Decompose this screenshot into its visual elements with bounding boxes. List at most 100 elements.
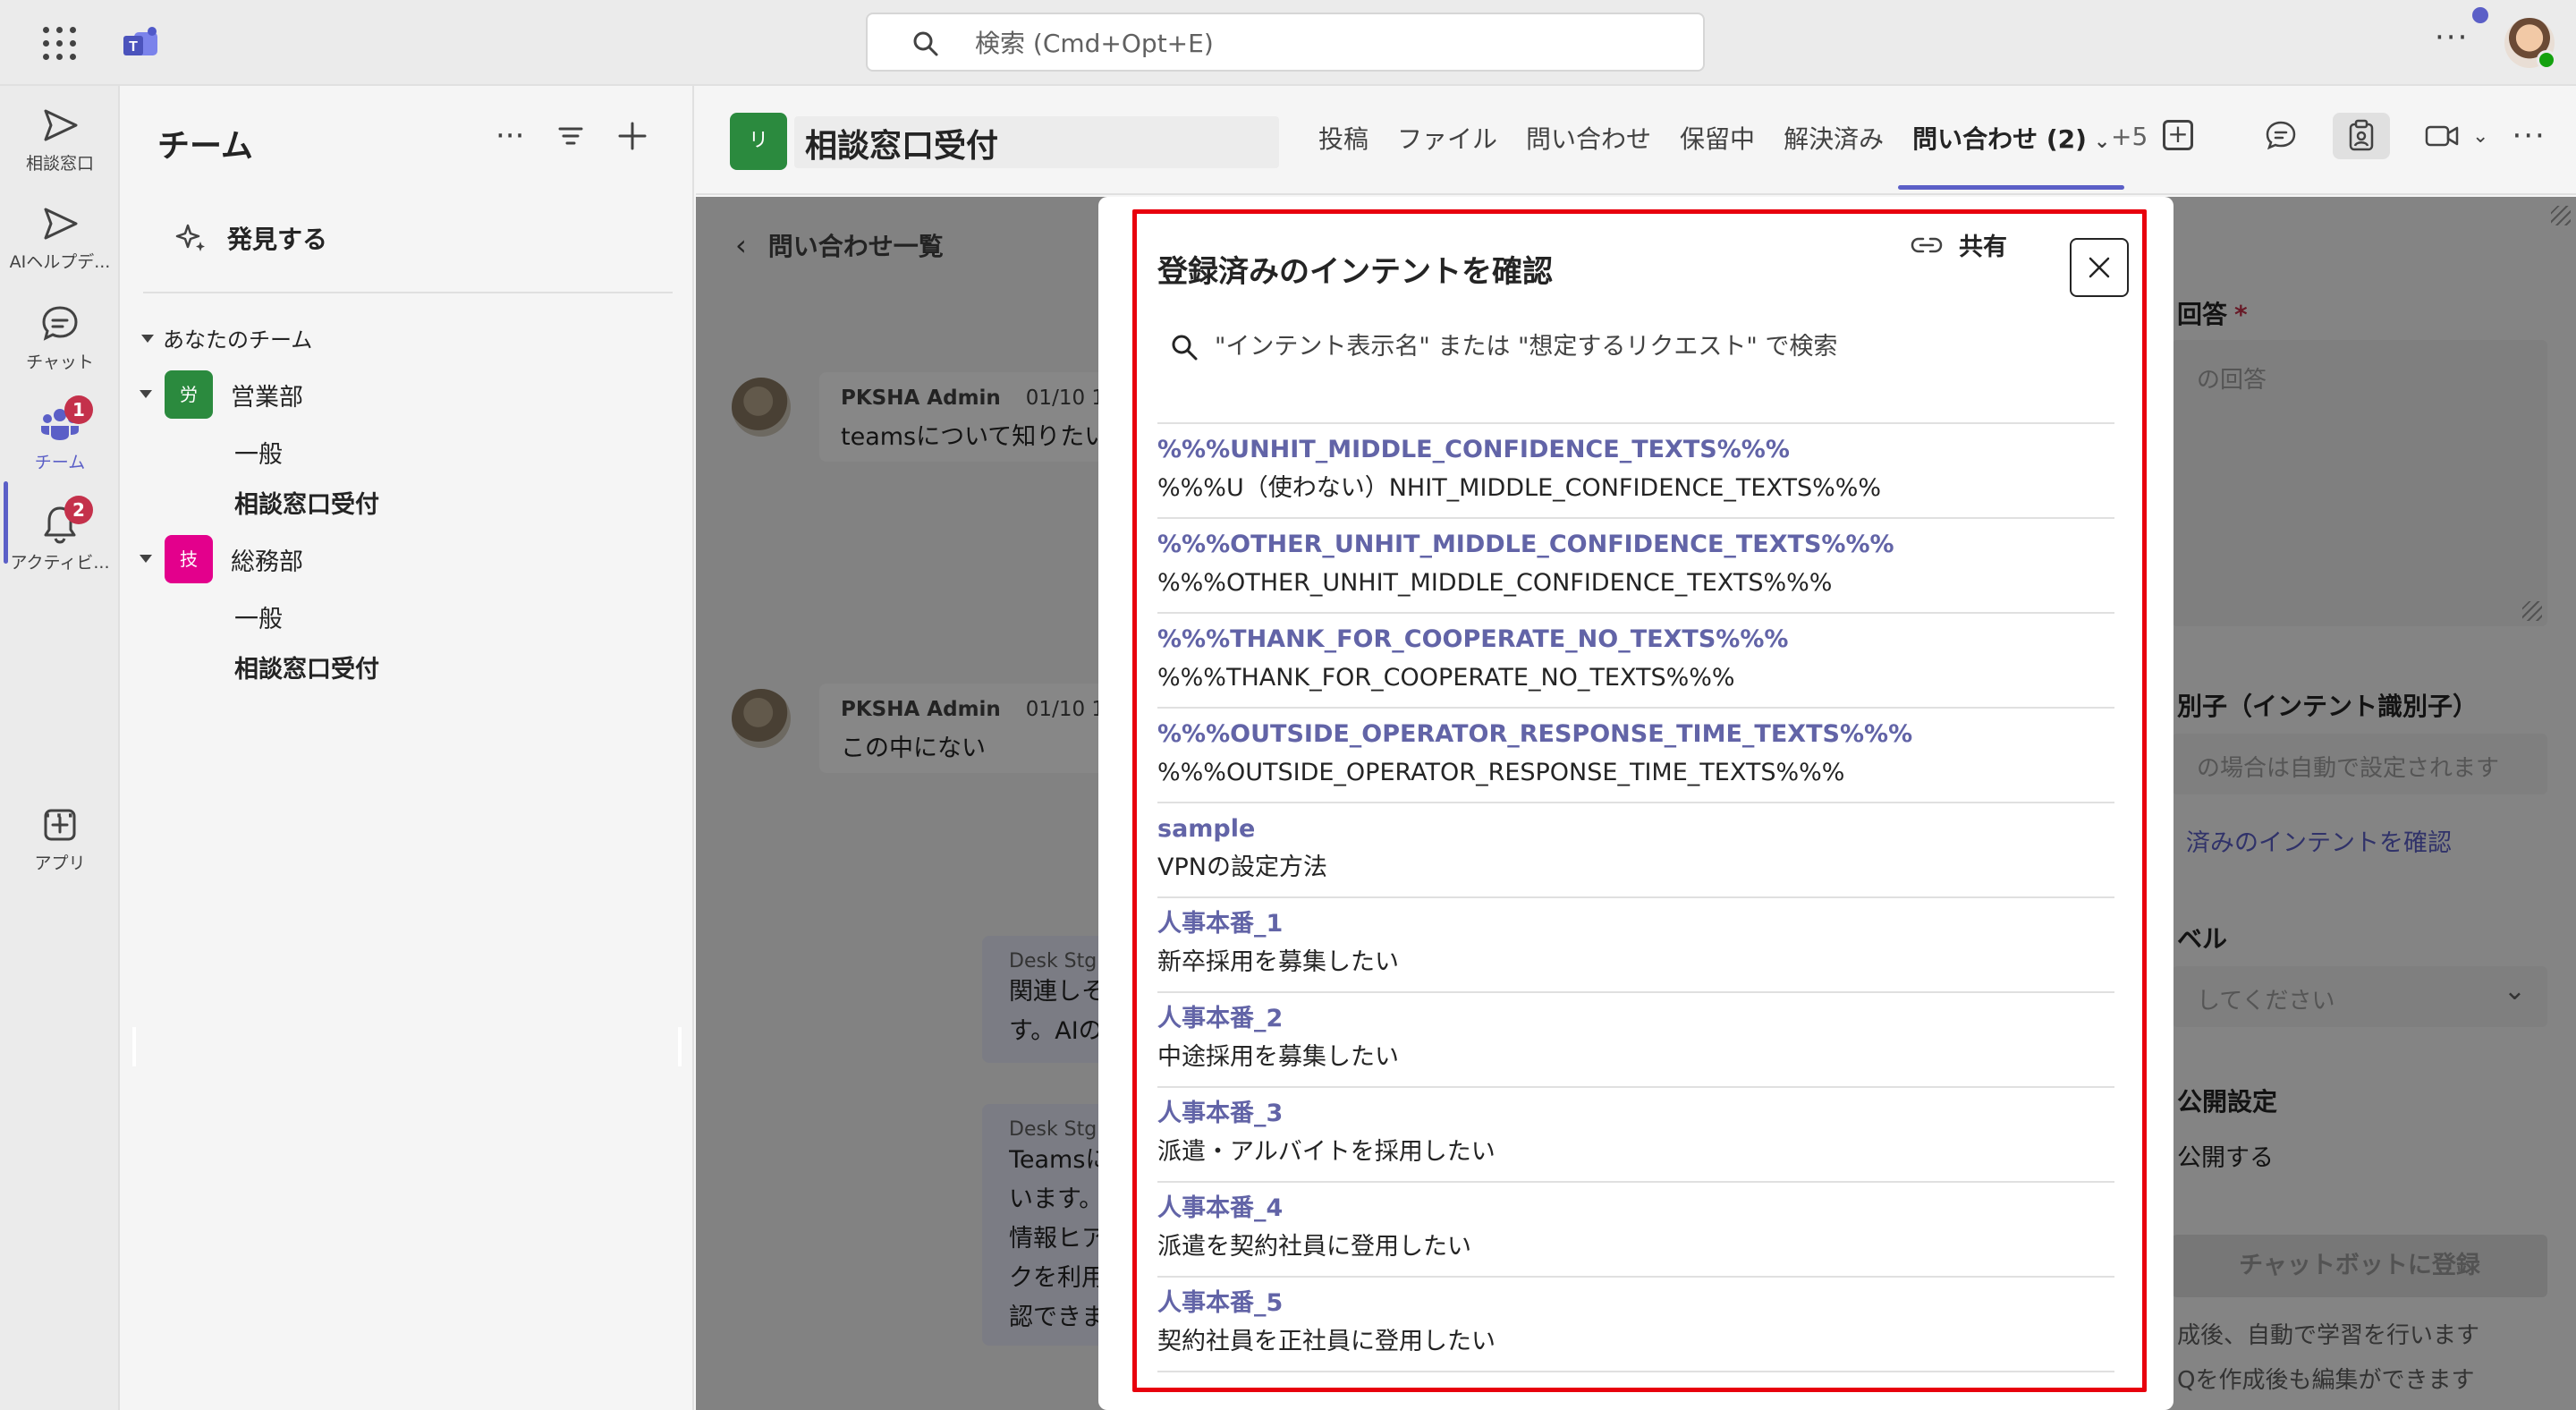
dialog-title: 登録済みのインテントを確認 [1157,254,1553,290]
channel-general[interactable]: 一般 [234,435,283,470]
intent-request: 新卒採用を募集したい [1157,948,1399,976]
more-options-icon[interactable]: ··· [2435,20,2469,55]
scroll-handle[interactable] [678,1027,682,1066]
channel-consultation[interactable]: 相談窓口受付 [234,485,379,520]
list-item[interactable]: 人事本番_5 契約社員を正社員に登用したい [1157,1276,2114,1371]
unread-badge: 1 [64,395,93,424]
intent-request: %%%OUTSIDE_OPERATOR_RESPONSE_TIME_TEXTS%… [1157,759,1845,786]
share-button[interactable]: 共有 [1911,227,2007,262]
chevron-down-icon[interactable] [140,555,152,563]
list-item[interactable]: %%%UNHIT_MIDDLE_CONFIDENCE_TEXTS%%% %%%U… [1157,422,2114,517]
video-camera-icon [2425,125,2459,147]
intent-list: %%%UNHIT_MIDDLE_CONFIDENCE_TEXTS%%% %%%U… [1157,422,2114,1372]
intent-search-input[interactable] [1215,326,2055,367]
channel-general[interactable]: 一般 [234,599,283,634]
teams-logo-icon: T [123,27,157,55]
rail-item-label: 相談窓口 [25,154,94,174]
rail-item-label: チャット [26,352,94,372]
global-search[interactable] [866,13,1705,72]
list-item[interactable]: 人事本番_1 新卒採用を募集したい [1157,896,2114,991]
discover-label: 発見する [227,225,328,254]
scroll-handle[interactable] [132,1027,136,1066]
more-options-icon[interactable]: ··· [2512,118,2546,154]
intent-name: 人事本番_5 [1157,1289,1284,1317]
list-item[interactable]: 人事本番_3 派遣・アルバイトを採用したい [1157,1086,2114,1181]
title-bar: T ··· [0,0,2576,86]
presence-available-icon [2537,50,2556,70]
search-icon [1172,335,1198,361]
rail-item-consult[interactable]: 相談窓口 [0,104,120,174]
rail-item-chat[interactable]: チャット [0,302,120,373]
channel-tabs: 投稿 ファイル 問い合わせ 保留中 解決済み 問い合わせ (2) ⌄ [1304,122,2125,190]
intent-request: 中途採用を募集したい [1157,1043,1399,1071]
tab-pending[interactable]: 保留中 [1665,122,1769,190]
add-tab-icon[interactable]: + [2163,120,2193,150]
add-icon[interactable] [617,121,648,151]
info-pane-button[interactable] [2333,113,2390,159]
channel-consultation[interactable]: 相談窓口受付 [234,650,379,684]
list-item[interactable]: 人事本番_2 中途採用を募集したい [1157,991,2114,1086]
user-avatar[interactable] [2504,18,2556,70]
clipboard-icon [2349,119,2374,151]
rail-item-apps[interactable]: アプリ [0,803,120,874]
registered-intents-dialog: 登録済みのインテントを確認 共有 %%%UNHIT_MIDDLE_CONFIDE… [1098,197,2174,1410]
team-general-affairs[interactable]: 総務部 [231,542,303,577]
chevron-down-icon[interactable] [140,390,152,398]
list-item[interactable]: %%%OTHER_UNHIT_MIDDLE_CONFIDENCE_TEXTS%%… [1157,517,2114,612]
team-sales[interactable]: 営業部 [231,378,303,412]
list-item[interactable]: sample VPNの設定方法 [1157,802,2114,896]
intent-name: 人事本番_3 [1157,1100,1284,1127]
tab-inquiries-2[interactable]: 問い合わせ (2) ⌄ [1898,122,2125,190]
intent-request: VPNの設定方法 [1157,854,1327,881]
channel-header: リ 相談窓口受付 投稿 ファイル 問い合わせ 保留中 解決済み 問い合わせ (2… [696,86,2576,195]
unread-badge: 2 [64,496,93,524]
filter-icon[interactable] [556,122,585,150]
conversation-button[interactable] [2252,113,2309,159]
app-launcher-icon[interactable] [43,27,77,61]
chevron-down-icon: ⌄ [2093,131,2111,153]
divider [143,292,673,293]
rail-item-label: チーム [34,453,86,472]
list-item[interactable]: 人事本番_4 派遣を契約社員に登用したい [1157,1181,2114,1276]
send-icon [44,208,78,240]
divider [1157,1371,2114,1372]
intent-request: 契約社員を正社員に登用したい [1157,1328,1496,1355]
close-button[interactable] [2070,238,2129,297]
meet-button[interactable] [2413,113,2470,159]
intent-search[interactable] [1170,320,2064,374]
teams-panel: チーム ··· 発見する あなたのチーム 労 営業部 一般 相談窓口受付 技 総… [122,86,694,1410]
intent-request: 派遣を契約社員に登用したい [1157,1233,1471,1261]
intent-name: %%%OTHER_UNHIT_MIDDLE_CONFIDENCE_TEXTS%%… [1157,531,1894,558]
rail-item-ai-helpdesk[interactable]: AIヘルプデ... [0,202,120,273]
chevron-down-icon[interactable]: ⌄ [2472,125,2488,148]
section-your-teams[interactable]: あなたのチーム [163,322,312,353]
rail-item-label: アクティビ... [10,553,110,573]
send-icon [44,109,78,141]
discover-teams[interactable]: 発見する [175,220,327,256]
intent-name: 人事本番_4 [1157,1194,1284,1222]
sparkle-icon [175,224,205,251]
list-item[interactable]: %%%THANK_FOR_COOPERATE_NO_TEXTS%%% %%%TH… [1157,612,2114,707]
intent-name: %%%THANK_FOR_COOPERATE_NO_TEXTS%%% [1157,625,1789,653]
more-tabs-button[interactable]: +5 [2111,122,2148,151]
intent-request: %%%THANK_FOR_COOPERATE_NO_TEXTS%%% [1157,664,1735,692]
notification-dot [2472,7,2488,23]
channel-avatar: リ [730,113,787,170]
intent-name: %%%OUTSIDE_OPERATOR_RESPONSE_TIME_TEXTS%… [1157,720,1913,748]
channel-title[interactable]: 相談窓口受付 [805,120,998,166]
app-rail: 相談窓口 AIヘルプデ... チャット チーム 1 アクティビ... 2 ···… [0,86,120,1410]
rail-item-activity[interactable]: アクティビ... 2 [0,496,120,573]
tab-posts[interactable]: 投稿 [1304,122,1383,190]
tab-inquiries[interactable]: 問い合わせ [1512,122,1665,190]
tab-files[interactable]: ファイル [1383,122,1512,190]
list-item[interactable]: %%%OUTSIDE_OPERATOR_RESPONSE_TIME_TEXTS%… [1157,707,2114,802]
tab-resolved[interactable]: 解決済み [1769,122,1898,190]
share-label: 共有 [1959,234,2007,261]
chevron-down-icon[interactable] [141,335,154,343]
rail-item-teams[interactable]: チーム 1 [0,395,120,473]
chat-icon [2266,121,2296,150]
search-input[interactable] [975,23,1673,63]
more-options-icon[interactable]: ··· [496,118,524,154]
intent-name: %%%UNHIT_MIDDLE_CONFIDENCE_TEXTS%%% [1157,436,1790,463]
chat-icon [42,306,78,341]
